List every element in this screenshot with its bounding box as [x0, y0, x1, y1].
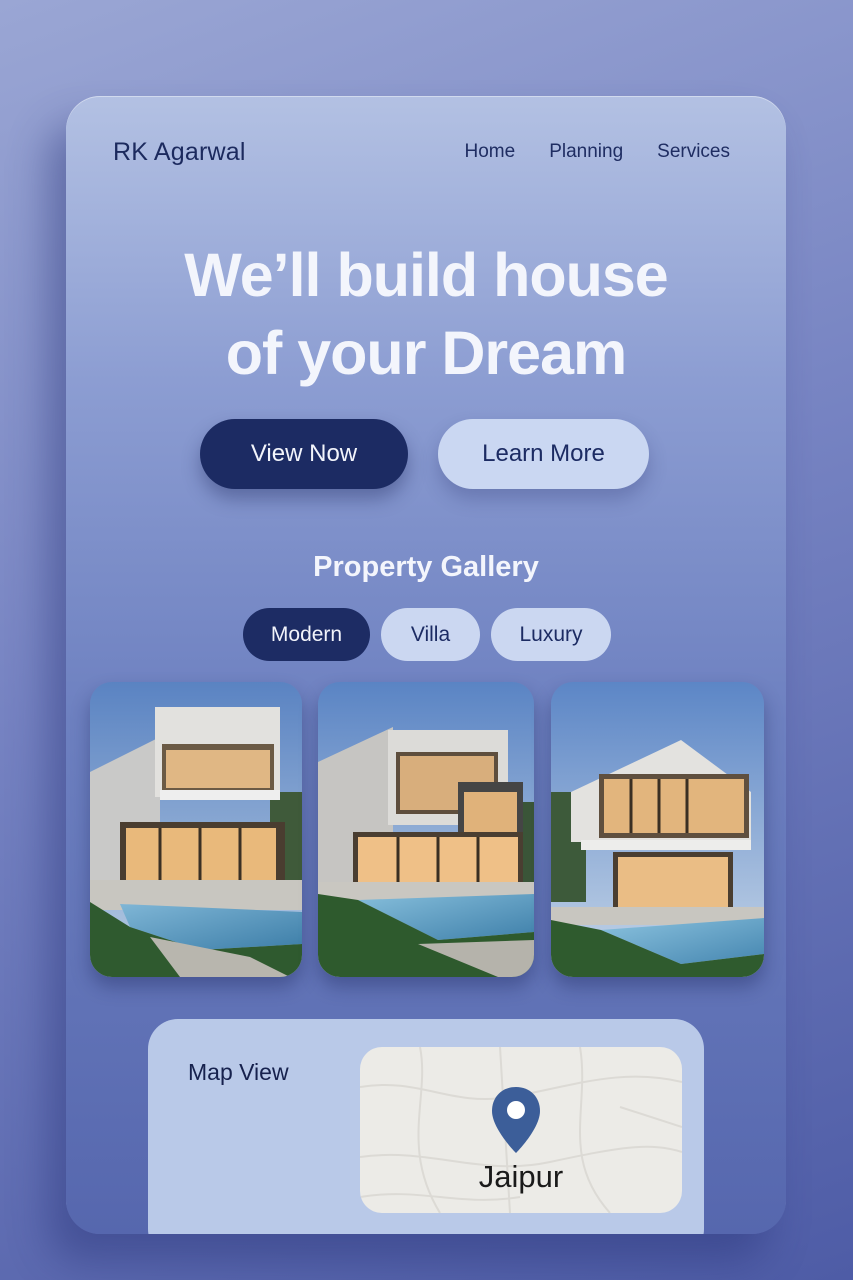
view-now-button[interactable]: View Now — [200, 419, 408, 489]
map-card: Map View Jaipur — [148, 1019, 704, 1234]
map-view-label: Map View — [188, 1059, 289, 1085]
main-nav: Home Planning Services — [465, 141, 731, 163]
house-photo-1[interactable] — [90, 682, 302, 977]
house-photo-3[interactable] — [551, 682, 764, 977]
map-city-label: Jaipur — [478, 1159, 564, 1194]
app-card: RK Agarwal Home Planning Services We’ll … — [66, 96, 786, 1234]
filter-villa[interactable]: Villa — [381, 608, 480, 661]
location-pin-icon — [492, 1087, 540, 1153]
map-preview[interactable]: Jaipur — [360, 1047, 682, 1213]
brand-logo[interactable]: RK Agarwal — [113, 138, 246, 167]
hero-line-1: We’ll build house — [184, 241, 668, 309]
nav-planning[interactable]: Planning — [549, 141, 623, 163]
filter-modern[interactable]: Modern — [243, 608, 370, 661]
nav-home[interactable]: Home — [465, 141, 516, 163]
hero-heading: We’ll build house of your Dream — [66, 236, 786, 392]
hero-line-2: of your Dream — [225, 319, 628, 387]
cta-row: View Now Learn More — [200, 419, 649, 489]
learn-more-button[interactable]: Learn More — [438, 419, 649, 489]
gallery-filters: Modern Villa Luxury — [243, 608, 611, 661]
gallery-title: Property Gallery — [313, 551, 539, 583]
house-photo-2[interactable] — [318, 682, 534, 977]
nav-services[interactable]: Services — [657, 141, 730, 163]
filter-luxury[interactable]: Luxury — [491, 608, 611, 661]
